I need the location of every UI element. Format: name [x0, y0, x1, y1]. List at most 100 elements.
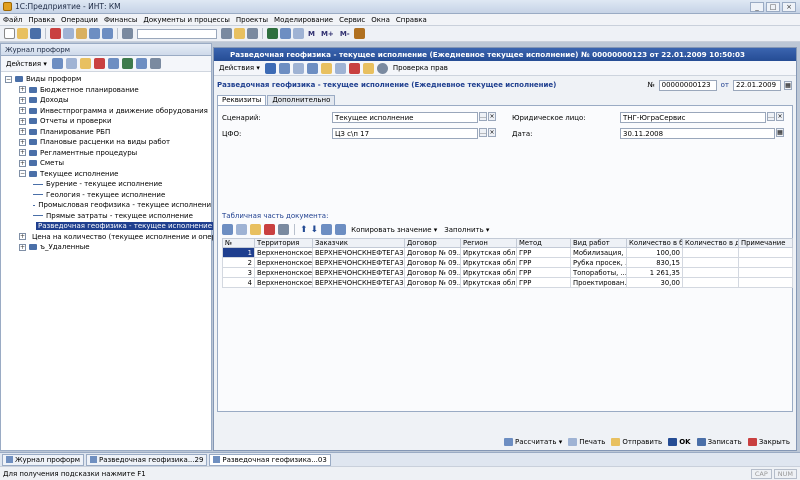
- column-header[interactable]: Количество в д...: [682, 238, 739, 248]
- calendar-picker-icon[interactable]: ▦: [776, 128, 784, 137]
- close-window-button[interactable]: ×: [782, 1, 796, 12]
- movements-icon[interactable]: [306, 62, 318, 74]
- tree-item[interactable]: + ъ_Удаленные: [1, 242, 211, 253]
- tree-item[interactable]: + Планирование РБП: [1, 127, 211, 138]
- actions-menu-button[interactable]: Действия ▾: [4, 60, 49, 68]
- redo-icon[interactable]: [102, 28, 113, 39]
- table-cell[interactable]: 1: [222, 247, 255, 258]
- column-header[interactable]: Примечание: [738, 238, 793, 248]
- expand-icon[interactable]: +: [19, 138, 26, 146]
- menu-edit[interactable]: Правка: [28, 16, 55, 24]
- edit-icon[interactable]: [79, 58, 91, 69]
- clear-x-icon[interactable]: ×: [776, 112, 784, 121]
- legal-entity-field[interactable]: ТНГ-ЮграСервис: [620, 112, 766, 123]
- copy-row-icon[interactable]: [236, 224, 247, 235]
- select-ellipsis-icon[interactable]: …: [479, 112, 487, 121]
- table-cell[interactable]: Договор № 09...: [404, 267, 461, 278]
- expand-icon[interactable]: +: [19, 128, 26, 136]
- scenario-field[interactable]: Текущее исполнение: [332, 112, 478, 123]
- table-cell[interactable]: ГРР: [516, 247, 571, 258]
- edit-row-icon[interactable]: [250, 224, 261, 235]
- minimize-button[interactable]: _: [750, 1, 764, 12]
- menu-help[interactable]: Справка: [396, 16, 427, 24]
- post-document-icon[interactable]: [278, 62, 290, 74]
- document-date-field[interactable]: 22.01.2009: [733, 79, 781, 91]
- calculator-icon[interactable]: [267, 28, 278, 39]
- tree-item[interactable]: + Цена на количество (текущее исполнение …: [1, 232, 224, 243]
- cfo-field[interactable]: ЦЗ с\п 17: [332, 128, 478, 139]
- expand-icon[interactable]: +: [19, 149, 26, 157]
- menu-documents[interactable]: Документы и процессы: [143, 16, 230, 24]
- menu-operations[interactable]: Операции: [61, 16, 98, 24]
- calendar-picker-icon[interactable]: ▦: [784, 80, 792, 90]
- menu-finance[interactable]: Финансы: [104, 16, 137, 24]
- table-cell[interactable]: 2: [222, 257, 255, 268]
- tree-item[interactable]: + Отчеты и проверки: [1, 116, 211, 127]
- filter-icon[interactable]: [121, 58, 133, 69]
- table-cell[interactable]: Топоработы, ...: [570, 267, 627, 278]
- expand-icon[interactable]: +: [19, 243, 26, 251]
- tree-item[interactable]: − Виды проформ: [1, 74, 211, 85]
- print-button[interactable]: Печать: [568, 438, 605, 446]
- table-cell[interactable]: ВЕРХНЕЧОНСКНЕФТЕГАЗ: [312, 277, 405, 288]
- expand-icon[interactable]: +: [19, 233, 26, 241]
- memory-plus-button[interactable]: M+: [321, 30, 334, 38]
- add-icon[interactable]: [51, 58, 63, 69]
- sort-desc-icon[interactable]: [335, 224, 347, 235]
- sort-icon[interactable]: [135, 58, 147, 69]
- copy-item-icon[interactable]: [65, 58, 77, 69]
- undo-icon[interactable]: [89, 28, 100, 39]
- tree-item[interactable]: Геология - текущее исполнение: [1, 190, 211, 201]
- column-header[interactable]: Регион: [460, 238, 517, 248]
- help-icon[interactable]: [247, 28, 258, 39]
- table-cell[interactable]: Договор № 09...: [404, 247, 461, 258]
- tree-item[interactable]: + Бюджетное планирование: [1, 85, 211, 96]
- table-cell[interactable]: Договор № 09...: [404, 277, 461, 288]
- tree-item[interactable]: − Текущее исполнение: [1, 169, 211, 180]
- menu-file[interactable]: Файл: [3, 16, 22, 24]
- refresh-icon[interactable]: [149, 58, 161, 69]
- table-cell[interactable]: [738, 267, 793, 278]
- table-cell[interactable]: Рубка просек, ...: [570, 257, 627, 268]
- help-circle-icon[interactable]: [376, 62, 388, 74]
- table-cell[interactable]: Иркутская обл...: [460, 247, 517, 258]
- column-header[interactable]: Вид работ: [570, 238, 627, 248]
- expand-icon[interactable]: +: [19, 86, 26, 94]
- table-cell[interactable]: ГРР: [516, 257, 571, 268]
- table-row[interactable]: 3 Верхненонское ВЕРХНЕЧОНСКНЕФТЕГАЗ Дого…: [222, 267, 793, 278]
- save-button[interactable]: Записать: [696, 438, 742, 446]
- clear-x-icon[interactable]: ×: [488, 128, 496, 137]
- save-icon[interactable]: [30, 28, 41, 39]
- table-cell[interactable]: [682, 257, 739, 268]
- column-header[interactable]: Количество в б...: [626, 238, 683, 248]
- table-cell[interactable]: 1 261,35: [626, 267, 683, 278]
- paste-icon[interactable]: [76, 28, 87, 39]
- tree-item[interactable]: + Инвестпрограмма и движение оборудования: [1, 106, 211, 117]
- menu-windows[interactable]: Окна: [371, 16, 390, 24]
- delete-icon[interactable]: [93, 58, 105, 69]
- tools-icon[interactable]: [353, 28, 365, 39]
- select-ellipsis-icon[interactable]: …: [479, 128, 487, 137]
- table-cell[interactable]: ВЕРХНЕЧОНСКНЕФТЕГАЗ: [312, 257, 405, 268]
- column-header[interactable]: Договор: [404, 238, 461, 248]
- task-journal[interactable]: Журнал проформ: [2, 453, 84, 466]
- table-cell[interactable]: ГРР: [516, 277, 571, 288]
- select-ellipsis-icon[interactable]: …: [767, 112, 775, 121]
- table-cell[interactable]: Верхненонское: [254, 257, 313, 268]
- column-header[interactable]: Территория: [254, 238, 313, 248]
- tree-item[interactable]: + Регламентные процедуры: [1, 148, 211, 159]
- add-row-icon[interactable]: [222, 224, 233, 235]
- tab-additional[interactable]: Дополнительно: [267, 95, 336, 105]
- delete-row-icon[interactable]: [264, 224, 275, 235]
- expand-icon[interactable]: +: [19, 117, 26, 125]
- table-cell[interactable]: ВЕРХНЕЧОНСКНЕФТЕГАЗ: [312, 247, 405, 258]
- move-up-icon[interactable]: ⬆: [300, 225, 308, 235]
- table-cell[interactable]: Мобилизация, %: [570, 247, 627, 258]
- tree-item[interactable]: + Плановые расценки на виды работ: [1, 137, 211, 148]
- end-edit-icon[interactable]: [278, 224, 289, 235]
- memory-button[interactable]: M: [308, 30, 315, 38]
- table-cell[interactable]: [738, 277, 793, 288]
- ok-button[interactable]: OK: [668, 438, 691, 446]
- table-cell[interactable]: 4: [222, 277, 255, 288]
- table-cell[interactable]: Верхненонское: [254, 277, 313, 288]
